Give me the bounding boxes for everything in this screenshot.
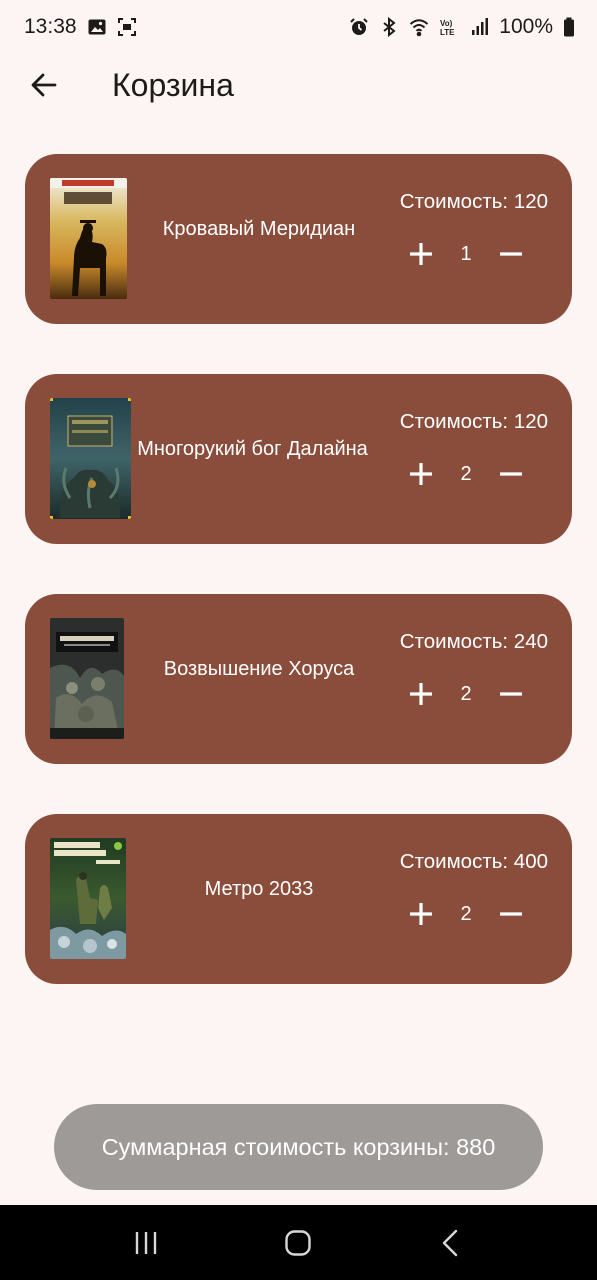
book-title: Возвышение Хоруса [163,658,355,680]
book-cover [50,618,124,739]
increase-button[interactable] [405,674,437,714]
status-bar: 13:38 Vo) LTE 100% [0,0,597,54]
cart-total: Суммарная стоимость корзины: 880 [54,1104,543,1190]
quantity-value: 2 [460,902,472,925]
system-nav-bar [0,1205,597,1280]
status-time: 13:38 [24,15,77,38]
plus-icon [410,463,432,485]
quantity-stepper: 2 [405,894,527,934]
recent-apps-button[interactable] [116,1213,176,1273]
volte-icon: Vo) LTE [439,17,459,37]
minus-icon [500,692,522,696]
book-cover [50,838,126,959]
cart-item: Многорукий бог Далайна Стоимость: 120 2 [25,374,572,544]
item-price: Стоимость: 120 [399,410,548,433]
signal-icon [469,17,489,37]
minus-icon [500,912,522,916]
quantity-value: 1 [460,242,472,265]
increase-button[interactable] [405,234,437,274]
arrow-back-icon [31,73,57,97]
app-bar: Корзина [0,54,597,116]
screenshot-icon [117,17,137,37]
back-button[interactable] [24,65,64,105]
recent-apps-icon [135,1231,157,1254]
minus-icon [500,472,522,476]
item-price: Стоимость: 240 [399,630,548,653]
alarm-icon [349,17,369,37]
battery-percent: 100% [499,15,553,38]
book-cover [50,398,131,519]
quantity-value: 2 [460,462,472,485]
book-title: Метро 2033 [204,878,314,900]
plus-icon [410,243,432,265]
decrease-button[interactable] [495,894,527,934]
svg-text:LTE: LTE [440,28,455,37]
quantity-stepper: 2 [405,454,527,494]
cart-item: Метро 2033 Стоимость: 400 2 [25,814,572,984]
system-back-button[interactable] [421,1213,481,1273]
decrease-button[interactable] [495,234,527,274]
status-left: 13:38 [24,15,137,39]
book-title: Кровавый Меридиан [162,218,356,240]
plus-icon [410,903,432,925]
increase-button[interactable] [405,894,437,934]
book-title: Многорукий бог Далайна [137,438,368,460]
home-icon [285,1229,312,1256]
plus-icon [410,683,432,705]
back-icon [442,1229,458,1256]
home-button[interactable] [268,1213,328,1273]
cart-item: Кровавый Меридиан Стоимость: 120 1 [25,154,572,324]
cart-total-label: Суммарная стоимость корзины: 880 [101,1133,496,1160]
battery-icon [563,17,575,37]
quantity-stepper: 1 [405,234,527,274]
book-cover [50,178,127,299]
bluetooth-icon [379,17,399,37]
image-icon [87,17,107,37]
svg-text:Vo): Vo) [440,19,453,28]
item-price: Стоимость: 120 [399,190,548,213]
quantity-stepper: 2 [405,674,527,714]
minus-icon [500,252,522,256]
wifi-icon [409,17,429,37]
cart-item: Возвышение Хоруса Стоимость: 240 2 [25,594,572,764]
decrease-button[interactable] [495,454,527,494]
item-price: Стоимость: 400 [399,850,548,873]
decrease-button[interactable] [495,674,527,714]
page-title: Корзина [112,66,234,103]
increase-button[interactable] [405,454,437,494]
status-right: Vo) LTE 100% [349,15,575,39]
quantity-value: 2 [460,682,472,705]
